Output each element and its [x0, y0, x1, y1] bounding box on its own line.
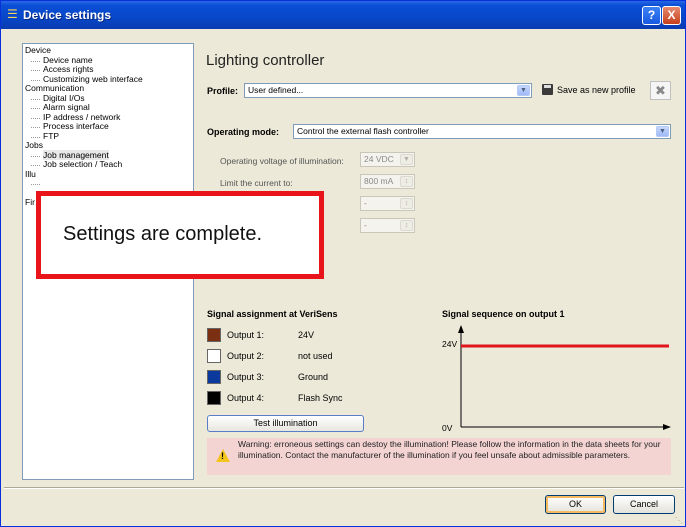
- tree-item-label: Job management: [43, 149, 109, 160]
- y-axis-arrow-icon: [458, 325, 464, 333]
- output-4-swatch: [207, 391, 221, 405]
- output-2-value: not used: [298, 351, 333, 361]
- tree-item-label: Customizing web interface: [43, 73, 143, 84]
- signal-sequence-chart: 24V 0V: [437, 323, 675, 435]
- voltage-label: Operating voltage of illumination:: [220, 156, 344, 166]
- profile-label: Profile:: [207, 86, 239, 96]
- output-3-value: Ground: [298, 372, 329, 382]
- current-label: Limit the current to:: [220, 178, 293, 188]
- param4-spinner[interactable]: - ↕: [360, 218, 415, 233]
- spinner-icon: ↕: [400, 220, 413, 231]
- page-title: Lighting controller: [206, 52, 325, 69]
- tree-item[interactable]: [23, 179, 193, 189]
- output-3-label: Output 3:: [227, 372, 265, 382]
- operating-mode-select[interactable]: Control the external flash controller ▼: [293, 124, 671, 139]
- delete-icon: ✖: [655, 83, 666, 98]
- spinner-icon: ↕: [400, 198, 413, 209]
- tree-item-label: Illu: [25, 168, 36, 179]
- save-profile-button[interactable]: Save as new profile: [542, 84, 636, 95]
- floppy-disk-icon: [542, 84, 553, 95]
- window-title: Device settings: [23, 8, 112, 22]
- delete-profile-button[interactable]: ✖: [650, 81, 671, 100]
- chevron-down-icon[interactable]: ▼: [656, 126, 669, 137]
- resize-grip-icon[interactable]: ⋱: [675, 516, 685, 526]
- warning-text: Warning: erroneous settings can destoy t…: [238, 439, 661, 460]
- status-callout: Settings are complete.: [36, 191, 324, 279]
- x-axis-arrow-icon: [663, 424, 671, 430]
- tree-item-label: FTP: [43, 130, 60, 141]
- voltage-value: 24 VDC: [364, 154, 394, 164]
- chevron-down-icon[interactable]: ▼: [517, 85, 530, 96]
- callout-text: Settings are complete.: [63, 223, 262, 245]
- tree-item-label: Device: [25, 45, 51, 55]
- chevron-down-icon: ▼: [400, 154, 413, 165]
- voltage-select[interactable]: 24 VDC ▼: [360, 152, 415, 167]
- tree-item-label: IP address / network: [43, 111, 121, 122]
- device-settings-window: ☰ Device settings ? X Device Device name A…: [0, 0, 686, 527]
- param3-spinner[interactable]: - ↕: [360, 196, 415, 211]
- tree-item-label: Access rights: [43, 64, 94, 74]
- output-2-label: Output 2:: [227, 351, 265, 361]
- cancel-button[interactable]: Cancel: [613, 495, 675, 514]
- spinner-icon: ↕: [400, 176, 413, 187]
- tree-item-label: Job selection / Teach: [43, 159, 123, 169]
- tree-item-label: Alarm signal: [43, 102, 90, 112]
- output-1-label: Output 1:: [227, 330, 265, 340]
- help-button[interactable]: ?: [642, 6, 661, 25]
- warning-banner: Warning: erroneous settings can destoy t…: [207, 438, 671, 475]
- tree-item-label: Fir: [25, 197, 35, 207]
- tree-item-label: Digital I/Os: [43, 92, 85, 103]
- output-1-swatch: [207, 328, 221, 342]
- high-level-label: 24V: [442, 339, 458, 349]
- low-level-label: 0V: [442, 423, 453, 433]
- operating-mode-value: Control the external flash controller: [297, 126, 429, 136]
- current-value: 800 mA: [364, 176, 394, 186]
- output-1-value: 24V: [298, 330, 315, 340]
- profile-select[interactable]: User defined... ▼: [244, 83, 532, 98]
- app-icon: ☰: [7, 7, 18, 21]
- tree-item-label: Process interface: [43, 121, 109, 131]
- current-spinner[interactable]: 800 mA ↕: [360, 174, 415, 189]
- ok-button[interactable]: OK: [545, 495, 606, 514]
- tree-item[interactable]: Job selection / Teach: [23, 159, 193, 170]
- tree-item-label: Jobs: [25, 140, 43, 150]
- output-4-value: Flash Sync: [298, 393, 343, 403]
- warning-icon: [216, 449, 230, 462]
- signal-assignment-title: Signal assignment at VeriSens: [207, 309, 338, 319]
- output-4-label: Output 4:: [227, 393, 265, 403]
- output-3-swatch: [207, 370, 221, 384]
- save-profile-label: Save as new profile: [557, 85, 636, 95]
- close-button[interactable]: X: [662, 6, 681, 25]
- divider: [4, 487, 684, 489]
- tree-item[interactable]: FTP: [23, 130, 193, 142]
- signal-sequence-title: Signal sequence on output 1: [442, 309, 565, 319]
- signal-sequence-svg: [458, 325, 671, 430]
- output-2-swatch: [207, 349, 221, 363]
- tree-item-label: Communication: [25, 83, 85, 93]
- tree-item[interactable]: Illu: [23, 168, 193, 180]
- operating-mode-label: Operating mode:: [207, 127, 280, 137]
- title-bar[interactable]: ☰ Device settings ? X: [1, 1, 685, 29]
- profile-select-value: User defined...: [248, 85, 304, 95]
- test-illumination-button[interactable]: Test illumination: [207, 415, 364, 432]
- param4-value: -: [364, 220, 367, 230]
- tree-item-label: Device name: [43, 54, 93, 65]
- param3-value: -: [364, 198, 367, 208]
